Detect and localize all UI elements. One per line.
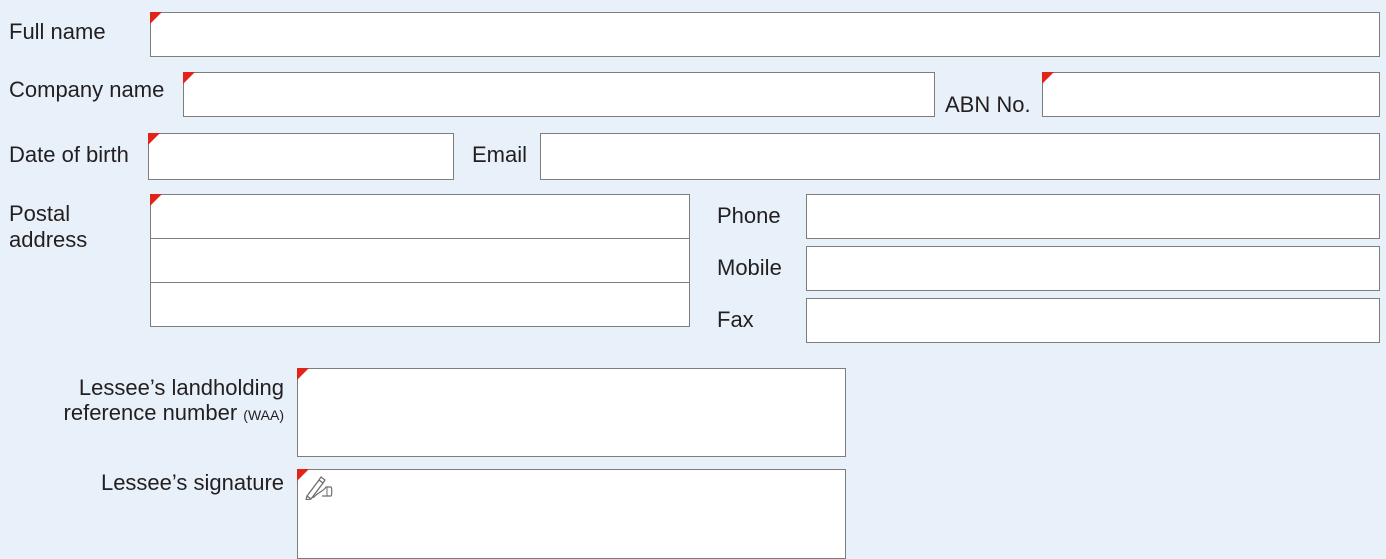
- postal-address-line-1[interactable]: [150, 194, 690, 239]
- full-name-label: Full name: [9, 19, 106, 44]
- postal-address-line-3[interactable]: [150, 282, 690, 327]
- landholding-ref-label-line2: reference number (WAA): [64, 400, 284, 428]
- company-name-field[interactable]: [183, 72, 935, 117]
- landholding-ref-label-line1: Lessee’s landholding: [78, 375, 284, 400]
- date-of-birth-label: Date of birth: [9, 142, 129, 167]
- abn-label: ABN No.: [945, 92, 1031, 117]
- required-marker: [150, 12, 162, 24]
- required-marker: [1042, 72, 1054, 84]
- postal-address-label-line1: Postal: [9, 201, 71, 226]
- mobile-label: Mobile: [717, 255, 782, 280]
- phone-label: Phone: [717, 203, 781, 228]
- phone-field[interactable]: [806, 194, 1380, 239]
- date-of-birth-field[interactable]: [148, 133, 454, 180]
- postal-address-label-line2: address: [9, 227, 88, 252]
- abn-field[interactable]: [1042, 72, 1380, 117]
- signature-label: Lessee’s signature: [100, 470, 284, 495]
- landholding-ref-field[interactable]: [297, 368, 846, 457]
- signature-field[interactable]: [297, 469, 846, 559]
- fax-field[interactable]: [806, 298, 1380, 343]
- landholding-ref-label-text: reference number: [63, 400, 238, 425]
- mobile-field[interactable]: [806, 246, 1380, 291]
- postal-address-line-2[interactable]: [150, 238, 690, 283]
- landholding-ref-label-suffix: (WAA): [243, 407, 284, 423]
- required-marker: [183, 72, 195, 84]
- full-name-field[interactable]: [150, 12, 1380, 57]
- required-marker: [297, 368, 309, 380]
- signature-pen-icon[interactable]: [304, 474, 334, 500]
- email-field[interactable]: [540, 133, 1380, 180]
- email-label: Email: [472, 142, 528, 167]
- required-marker: [148, 133, 160, 145]
- fax-label: Fax: [717, 307, 754, 332]
- required-marker: [150, 194, 162, 206]
- company-name-label: Company name: [9, 77, 165, 102]
